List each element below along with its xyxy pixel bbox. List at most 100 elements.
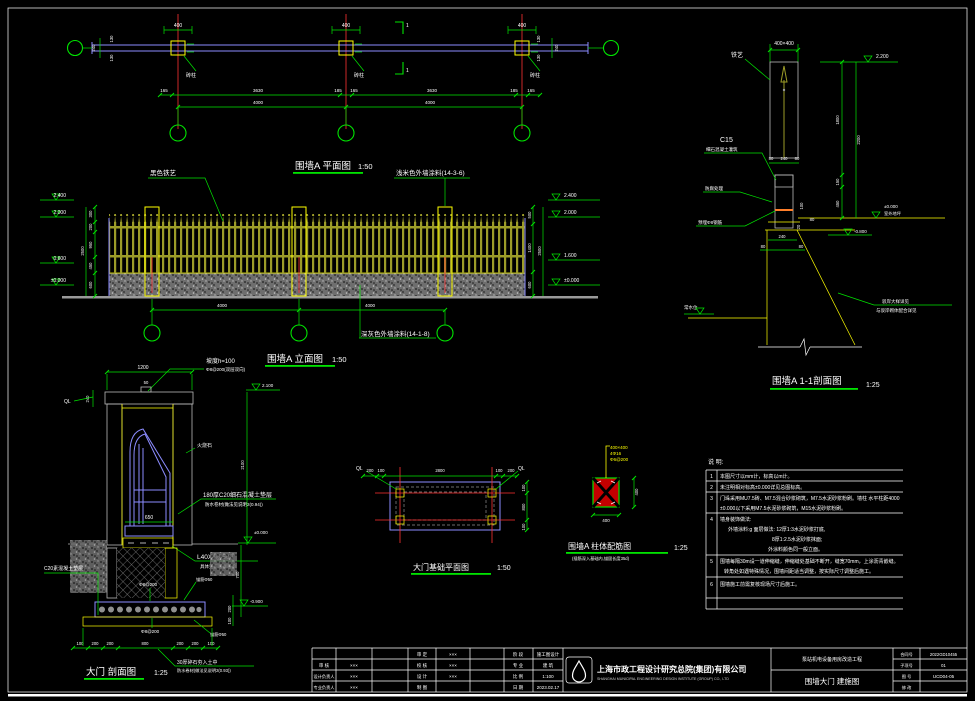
base-paint-label: 深灰色外墙涂料(14-1-8) (361, 329, 430, 338)
svg-text:800: 800 (142, 641, 150, 646)
svg-text:240: 240 (781, 156, 789, 161)
svg-text:200: 200 (107, 641, 115, 646)
svg-text:阶 段: 阶 段 (513, 651, 524, 658)
svg-text:100: 100 (208, 641, 216, 646)
svg-text:±0.000: ±0.000 (51, 278, 66, 284)
svg-text:比 例: 比 例 (513, 673, 524, 680)
svg-text:门垛采用MU7.5砖、M7.5混合砂浆砌筑，M7.5水泥砂浆: 门垛采用MU7.5砖、M7.5混合砂浆砌筑，M7.5水泥砂浆粉刷。墙柱 水平柱距… (720, 495, 900, 502)
svg-text:450: 450 (88, 262, 93, 270)
section-title: 围墙A 1-1剖面图 (772, 375, 842, 387)
axis-bubble (604, 41, 619, 56)
svg-text:Φ8@200(双层双向): Φ8@200(双层双向) (206, 366, 246, 373)
svg-text:2800: 2800 (435, 468, 445, 473)
svg-text:130: 130 (536, 54, 541, 62)
svg-text:700: 700 (235, 571, 240, 579)
svg-text:2: 2 (710, 485, 713, 491)
company-name-en: SHANGHAI MUNICIPAL ENGINEERING DESIGN IN… (597, 677, 729, 681)
plan-title: 围墙A 平面图 (295, 160, 351, 172)
svg-text:专业负责人: 专业负责人 (314, 684, 336, 691)
drawing-canvas: 400 400 400 130 240 130 130 240 130 砖柱 砖… (0, 0, 975, 701)
svg-text:未注明相对标高±0.000详见总图标高。: 未注明相对标高±0.000详见总图标高。 (720, 484, 805, 491)
svg-text:1:50: 1:50 (497, 565, 511, 572)
svg-text:1:25: 1:25 (154, 670, 168, 677)
svg-text:细石混凝土灌筑: 细石混凝土灌筑 (706, 146, 738, 153)
svg-text:200: 200 (227, 605, 232, 613)
svg-text:400: 400 (174, 23, 183, 29)
svg-text:围墙每隔30m设一道伸缩缝，伸缩缝处基础不断开，缝宽70mm: 围墙每隔30m设一道伸缩缝，伸缩缝处基础不断开，缝宽70mm，上涂沥青嵌缝。 (720, 558, 899, 565)
elevation-view: 黑色铁艺 浅米色外墙涂料(14-3-6) 深灰色外墙涂料(14-1-8) 2.4… (40, 168, 600, 367)
svg-text:3630: 3630 (427, 88, 438, 93)
svg-text:2.400: 2.400 (53, 193, 66, 199)
svg-text:240: 240 (554, 44, 559, 52)
svg-text:×××: ××× (449, 663, 457, 668)
svg-text:80: 80 (761, 244, 766, 249)
svg-text:500: 500 (527, 211, 532, 219)
svg-text:240: 240 (91, 44, 96, 52)
foundation-plan-title: 大门基础平面图 (413, 562, 469, 572)
svg-text:200: 200 (367, 468, 375, 473)
svg-text:2.000: 2.000 (53, 210, 66, 216)
slab-label: 180厚C20细石混凝土垫层 (203, 491, 272, 499)
left-level-marks: 2.400 2.000 0.600 ±0.000 (40, 193, 74, 285)
svg-text:600: 600 (88, 281, 93, 289)
svg-text:4Φ16: 4Φ16 (610, 451, 622, 456)
svg-text:±0.000: ±0.000 (254, 530, 268, 535)
svg-text:×××: ××× (350, 663, 358, 668)
svg-text:300: 300 (88, 210, 93, 218)
svg-text:1:100: 1:100 (542, 674, 554, 679)
svg-text:4000: 4000 (217, 303, 228, 308)
drawing-title: 围墙大门 建施图 (805, 676, 860, 686)
svg-text:Φ8@200: Φ8@200 (139, 582, 158, 587)
svg-text:165: 165 (527, 88, 535, 93)
svg-text:防水卷材(做法见说明2(0.94)): 防水卷材(做法见说明2(0.94)) (205, 501, 263, 508)
svg-text:修 改: 修 改 (902, 684, 912, 691)
svg-text:砖柱: 砖柱 (354, 72, 364, 79)
svg-text:图 号: 图 号 (902, 674, 912, 680)
svg-text:450: 450 (835, 200, 840, 208)
column-paint-label: 浅米色外墙涂料(14-3-6) (396, 168, 465, 177)
svg-text:1: 1 (406, 23, 409, 29)
svg-text:200: 200 (177, 641, 185, 646)
svg-text:外墙涂料:g 面层做法: 12厚1:3水泥砂浆打底,: 外墙涂料:g 面层做法: 12厚1:3水泥砂浆打底, (728, 526, 825, 533)
fence-material-label: 黑色铁艺 (150, 168, 177, 177)
svg-text:5: 5 (710, 559, 713, 565)
svg-text:审 核: 审 核 (319, 662, 330, 669)
svg-text:200: 200 (508, 468, 516, 473)
svg-text:80: 80 (810, 217, 815, 222)
svg-text:600: 600 (527, 281, 532, 289)
gravel-label: 30厚碎石夯入土中 (177, 659, 218, 666)
svg-text:防腐处理: 防腐处理 (705, 185, 723, 192)
svg-text:650: 650 (145, 515, 154, 521)
sheet-border-bottom (8, 694, 967, 697)
svg-text:400: 400 (634, 488, 639, 496)
svg-text:185: 185 (334, 88, 342, 93)
svg-text:Φ6@200: Φ6@200 (610, 457, 629, 462)
iron-label: 铁艺 (731, 51, 743, 59)
svg-text:本图尺寸以mm计，标高以m计。: 本图尺寸以mm计，标高以m计。 (720, 473, 793, 480)
svg-text:800: 800 (521, 503, 526, 511)
svg-text:1:25: 1:25 (674, 545, 688, 552)
svg-text:80: 80 (769, 156, 774, 161)
svg-text:100: 100 (521, 484, 526, 492)
svg-text:×××: ××× (350, 674, 358, 679)
svg-text:Φ8@200: Φ8@200 (141, 629, 160, 634)
svg-text:与驳岸砌体配合详见: 与驳岸砌体配合详见 (876, 307, 917, 314)
svg-text:砖柱: 砖柱 (530, 72, 540, 79)
notes-table: 说 明: 1本图尺寸以mm计，标高以m计。 2未注明相对标高±0.000详见总图… (706, 458, 903, 609)
svg-text:200: 200 (192, 641, 200, 646)
svg-text:80: 80 (795, 156, 800, 161)
svg-text:×××: ××× (449, 652, 457, 657)
svg-text:-0.800: -0.800 (854, 229, 867, 234)
column-detail-title: 围墙A 柱体配筋图 (568, 541, 631, 551)
svg-text:8厚1:2.5水泥砂浆抹面;: 8厚1:2.5水泥砂浆抹面; (772, 536, 822, 543)
svg-text:QL: QL (518, 466, 525, 472)
svg-text:×××: ××× (350, 685, 358, 690)
svg-text:2.100: 2.100 (262, 383, 274, 388)
water-level-label: 常水位 (684, 304, 698, 311)
cushion-label: C20素混凝土垫层 (44, 565, 83, 572)
svg-text:QL: QL (356, 466, 363, 472)
svg-text:100: 100 (227, 617, 232, 625)
svg-text:×××: ××× (449, 674, 457, 679)
svg-text:400×400: 400×400 (610, 445, 628, 450)
right-level-marks: 2.400 2.000 1.600 ±0.000 (548, 193, 600, 285)
